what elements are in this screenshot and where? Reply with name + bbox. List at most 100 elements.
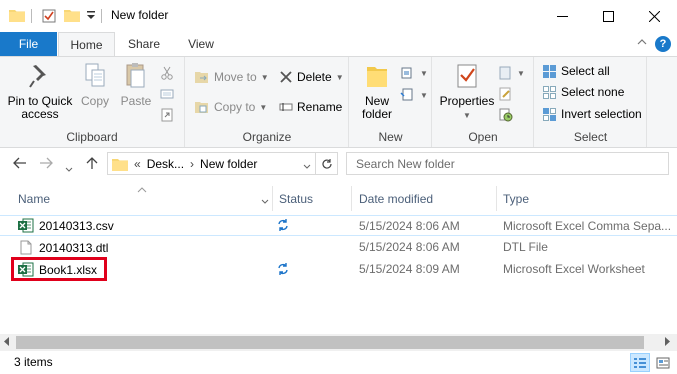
up-button[interactable] [86,156,98,173]
select-all-icon [543,64,556,78]
highlight-box [11,257,107,281]
search-input[interactable]: Search New folder [346,152,669,175]
select-group-label: Select [573,130,608,144]
select-all-button[interactable]: Select all [542,61,610,81]
column-header-date-modified[interactable]: Date modified [359,186,433,211]
delete-label: Delete [297,70,332,84]
recent-locations-button[interactable] [65,160,73,176]
breadcrumb-overflow[interactable]: « [134,157,141,171]
pin-label-line2: access [21,107,59,121]
forward-button[interactable] [39,156,53,172]
excel-icon [18,218,34,233]
edit-button[interactable] [499,84,513,104]
column-header-status[interactable]: Status [279,186,313,211]
tab-file[interactable]: File [0,32,57,56]
tab-view[interactable]: View [175,32,227,56]
breadcrumb-separator[interactable]: › [190,157,194,171]
file-type: Microsoft Excel Comma Sepa... [503,219,672,233]
select-group: Select all Select none Invert selection … [535,57,647,147]
scrollbar-thumb[interactable] [16,336,644,349]
new-item-icon [401,67,412,79]
maximize-button[interactable] [585,0,631,32]
pin-icon [29,65,46,88]
rename-icon [279,103,293,111]
pin-to-quick-access-button[interactable]: Pin to Quick access [4,61,76,121]
large-icons-view-button[interactable] [653,353,673,372]
close-button[interactable] [631,0,677,32]
new-folder-label-line1: New [364,94,389,108]
easy-access-button[interactable]: ▼ [400,85,428,105]
copy-to-icon [195,102,208,113]
column-header-name[interactable]: Name [18,186,50,211]
breadcrumb-desktop[interactable]: Desk... [147,157,184,171]
invert-selection-button[interactable]: Invert selection [542,104,642,124]
collapse-ribbon-icon[interactable] [637,36,647,50]
history-button[interactable] [499,105,513,125]
new-folder-icon [367,67,387,87]
new-group-label: New [378,130,403,144]
minimize-button[interactable] [539,0,585,32]
move-to-button[interactable]: Move to ▼ [195,67,269,87]
organize-group-label: Organize [242,130,292,144]
copy-button[interactable]: Copy [78,61,112,108]
scroll-right-icon[interactable] [664,337,670,348]
file-row-20140313-csv[interactable]: 20140313.csv 5/15/2024 8:06 AM Microsoft… [0,215,677,236]
paste-shortcut-button[interactable] [160,105,174,125]
properties-button[interactable]: Properties ▼ [439,61,495,122]
copy-path-button[interactable] [160,84,174,104]
column-header-type[interactable]: Type [503,186,529,211]
refresh-button[interactable] [315,153,337,174]
paste-button[interactable]: Paste [118,61,154,108]
new-item-button[interactable]: ▼ [400,63,428,83]
open-icon [499,66,511,80]
column-filter-dropdown-icon[interactable] [261,194,269,208]
address-bar[interactable]: « Desk... › New folder [107,152,338,175]
help-icon[interactable]: ? [655,36,671,52]
back-button[interactable] [13,156,27,172]
file-row-20140313-dtl[interactable]: 20140313.dtl 5/15/2024 8:06 AM DTL File [0,237,677,258]
ribbon: Pin to Quick access Copy Paste Clipboard… [0,56,677,148]
rename-button[interactable]: Rename [279,97,342,117]
item-count: 3 items [14,355,53,369]
file-name: 20140313.csv [39,218,114,233]
delete-button[interactable]: Delete ▼ [279,67,344,87]
select-none-icon [543,85,556,99]
organize-group: Move to ▼ Delete ▼ Copy to ▼ Rename Orga… [186,57,349,147]
new-folder-button[interactable]: New folder [357,61,397,121]
new-folder-label-line2: folder [361,107,393,121]
window-title: New folder [111,8,169,22]
invert-selection-label: Invert selection [561,107,642,121]
ribbon-tabs: File Home Share View ? [0,32,677,57]
breadcrumb-new-folder[interactable]: New folder [200,157,257,171]
clipboard-group-label: Clipboard [66,130,118,144]
easy-access-icon [400,88,413,101]
select-none-label: Select none [561,85,625,99]
paste-label: Paste [120,94,152,108]
open-group-label: Open [468,130,498,144]
back-arrow-icon [13,157,26,169]
details-view-button[interactable] [630,353,650,372]
select-none-button[interactable]: Select none [542,82,624,102]
horizontal-scrollbar[interactable] [0,334,677,351]
scissors-icon [161,66,173,80]
sort-ascending-icon [137,182,147,196]
address-dropdown-icon[interactable] [303,159,311,173]
pin-label-line1: Pin to Quick [7,94,73,108]
tab-share[interactable]: Share [118,32,170,56]
rename-label: Rename [297,100,343,114]
tab-home[interactable]: Home [58,32,115,57]
copy-to-button[interactable]: Copy to ▼ [195,97,267,117]
select-all-label: Select all [561,64,610,78]
customize-toolbar-dropdown-icon[interactable] [86,9,96,24]
file-type: Microsoft Excel Worksheet [503,262,645,276]
open-button[interactable]: ▼ [499,63,525,83]
history-icon [499,108,513,122]
cut-button[interactable] [160,63,174,83]
new-folder-quick-icon[interactable] [64,8,80,25]
scroll-left-icon[interactable] [4,337,10,348]
properties-quick-icon[interactable] [42,8,56,26]
file-date: 5/15/2024 8:06 AM [359,219,460,233]
copy-to-label: Copy to [214,100,256,114]
edit-icon [499,87,511,101]
up-arrow-icon [86,157,98,169]
